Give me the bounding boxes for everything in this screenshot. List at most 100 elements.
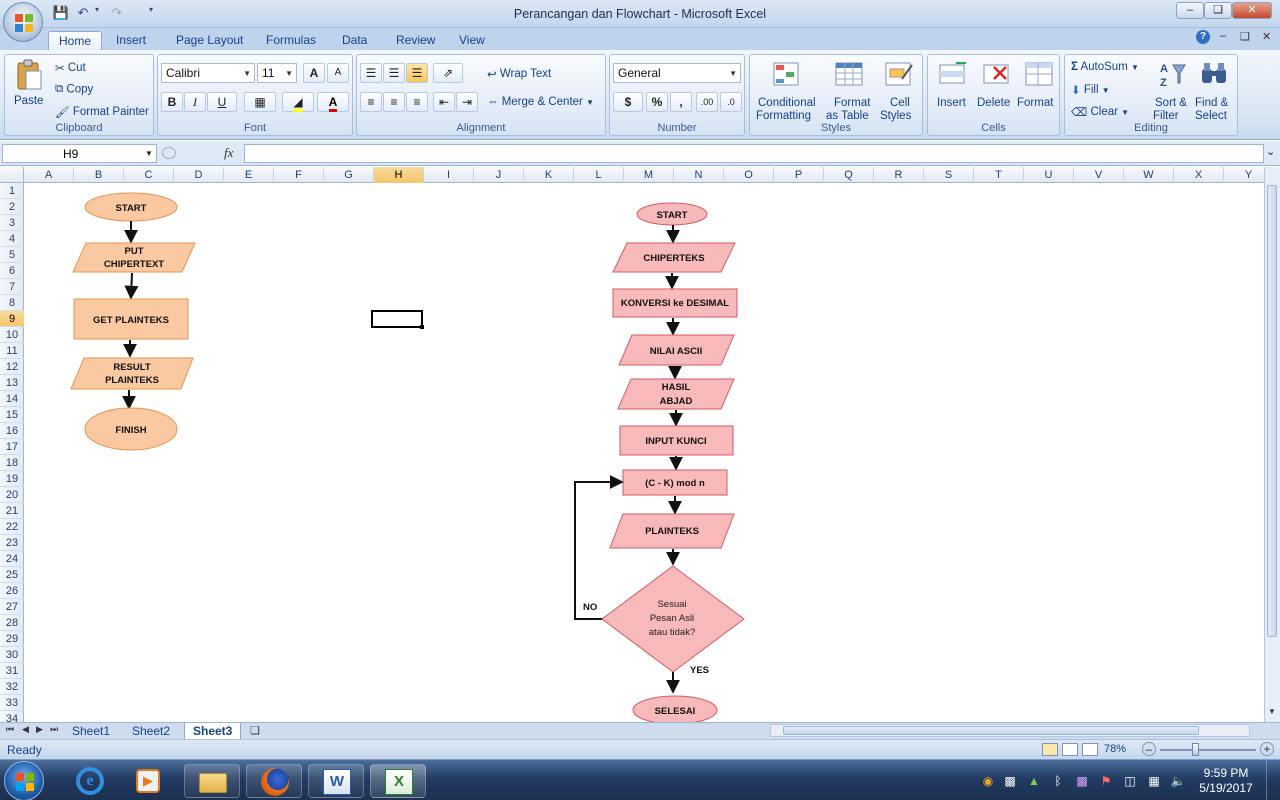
save-icon[interactable]: 💾	[52, 5, 70, 23]
vertical-scrollbar[interactable]: ▼	[1264, 167, 1280, 722]
fill-button[interactable]: ⬇ Fill ▼	[1071, 83, 1110, 97]
tab-home[interactable]: Home	[48, 31, 103, 51]
tray-device-icon[interactable]: ◫	[1122, 773, 1138, 789]
row-header-22[interactable]: 22	[0, 519, 24, 535]
name-box[interactable]: H9	[2, 144, 157, 163]
row-header-21[interactable]: 21	[0, 503, 24, 519]
row-header-28[interactable]: 28	[0, 615, 24, 631]
sort-filter-button[interactable]: AZ Sort & Filter	[1151, 57, 1193, 122]
row-header-9[interactable]: 9	[0, 311, 24, 327]
sheet-tab-sheet2[interactable]: Sheet2	[124, 723, 178, 740]
copy-button[interactable]: ⧉ Copy	[55, 83, 93, 96]
row-header-12[interactable]: 12	[0, 359, 24, 375]
formula-input[interactable]	[244, 144, 1264, 163]
customize-qat-icon[interactable]: ▾	[146, 5, 156, 23]
paste-button[interactable]: Paste	[9, 57, 49, 117]
row-header-4[interactable]: 4	[0, 231, 24, 247]
format-cells-button[interactable]: Format	[1016, 57, 1060, 121]
zoom-level[interactable]: 78%	[1104, 743, 1126, 755]
row-header-11[interactable]: 11	[0, 343, 24, 359]
column-header-a[interactable]: A	[24, 167, 74, 183]
decrease-decimal-button[interactable]: .0	[720, 92, 742, 112]
column-header-d[interactable]: D	[174, 167, 224, 183]
column-header-i[interactable]: I	[424, 167, 474, 183]
column-header-w[interactable]: W	[1124, 167, 1174, 183]
row-header-15[interactable]: 15	[0, 407, 24, 423]
vertical-scroll-thumb[interactable]	[1267, 185, 1277, 637]
underline-button[interactable]: U	[207, 92, 237, 112]
maximize-button[interactable]: ❑	[1204, 2, 1232, 19]
horizontal-scrollbar[interactable]	[770, 724, 1250, 737]
scroll-down-icon[interactable]: ▼	[1268, 707, 1276, 716]
office-button[interactable]	[3, 2, 43, 42]
font-color-button[interactable]: A	[317, 92, 349, 112]
row-header-25[interactable]: 25	[0, 567, 24, 583]
tab-view[interactable]: View	[449, 31, 495, 51]
row-header-24[interactable]: 24	[0, 551, 24, 567]
prev-sheet-icon[interactable]: ◀	[22, 724, 29, 735]
wrap-text-button[interactable]: ↩ Wrap Text	[487, 67, 551, 81]
align-left-button[interactable]: ≡	[360, 92, 382, 112]
select-all-button[interactable]	[0, 167, 24, 183]
sheet-tab-sheet3[interactable]: Sheet3	[184, 723, 242, 740]
font-name-combo[interactable]: Calibri ▼	[161, 63, 255, 83]
align-top-button[interactable]: ☰	[360, 63, 382, 83]
row-header-14[interactable]: 14	[0, 391, 24, 407]
zoom-in-icon[interactable]: +	[1260, 742, 1274, 756]
column-header-m[interactable]: M	[624, 167, 674, 183]
ribbon-close-icon[interactable]: ✕	[1262, 30, 1271, 43]
percent-button[interactable]: %	[646, 92, 668, 112]
row-header-26[interactable]: 26	[0, 583, 24, 599]
italic-button[interactable]: I	[184, 92, 206, 112]
column-header-p[interactable]: P	[774, 167, 824, 183]
decrease-indent-button[interactable]: ⇤	[433, 92, 455, 112]
format-painter-button[interactable]: 🖌 Format Painter	[55, 105, 149, 119]
sheet-tab-sheet1[interactable]: Sheet1	[64, 723, 118, 740]
start-button[interactable]	[4, 761, 44, 800]
orientation-button[interactable]: ⇗	[433, 63, 463, 83]
increase-indent-button[interactable]: ⇥	[456, 92, 478, 112]
tray-card-icon[interactable]: ▩	[1002, 773, 1018, 789]
taskbar-file-explorer[interactable]	[184, 764, 240, 798]
minimize-button[interactable]: –	[1176, 2, 1204, 19]
font-size-combo[interactable]: 11 ▼	[257, 63, 297, 83]
align-bottom-button[interactable]: ☰	[406, 63, 428, 83]
tray-triangle-icon[interactable]: ▲	[1026, 773, 1042, 789]
delete-cells-button[interactable]: Delete	[974, 57, 1018, 121]
row-header-5[interactable]: 5	[0, 247, 24, 263]
row-header-6[interactable]: 6	[0, 263, 24, 279]
taskbar-word[interactable]: W	[308, 764, 364, 798]
column-header-c[interactable]: C	[124, 167, 174, 183]
row-header-10[interactable]: 10	[0, 327, 24, 343]
redo-icon[interactable]: ↷	[108, 5, 126, 23]
formula-bar-handle-icon[interactable]	[162, 147, 176, 159]
cell-styles-button[interactable]: Cell Styles	[876, 57, 920, 122]
column-header-r[interactable]: R	[874, 167, 924, 183]
borders-button[interactable]: ▦	[244, 92, 276, 112]
insert-cells-button[interactable]: Insert	[930, 57, 974, 121]
next-sheet-icon[interactable]: ▶	[36, 724, 43, 735]
taskbar-clock[interactable]: 9:59 PM 5/19/2017	[1196, 766, 1256, 796]
insert-function-button[interactable]: fx	[224, 145, 233, 161]
last-sheet-icon[interactable]: ⏭	[50, 724, 58, 735]
number-format-combo[interactable]: General ▼	[613, 63, 741, 83]
row-header-3[interactable]: 3	[0, 215, 24, 231]
zoom-out-icon[interactable]: –	[1142, 742, 1156, 756]
row-header-2[interactable]: 2	[0, 199, 24, 215]
row-header-30[interactable]: 30	[0, 647, 24, 663]
shrink-font-button[interactable]: A	[327, 63, 349, 83]
normal-view-icon[interactable]	[1042, 743, 1058, 756]
grow-font-button[interactable]: A	[303, 63, 325, 83]
increase-decimal-button[interactable]: .00	[696, 92, 718, 112]
conditional-formatting-button[interactable]: Conditional Formatting	[752, 57, 822, 122]
taskbar-excel[interactable]: X	[370, 764, 426, 798]
fill-color-button[interactable]: ◢	[282, 92, 314, 112]
row-header-29[interactable]: 29	[0, 631, 24, 647]
undo-icon[interactable]: ↶	[74, 5, 92, 23]
tab-page-layout[interactable]: Page Layout	[166, 31, 253, 51]
page-layout-view-icon[interactable]	[1062, 743, 1078, 756]
row-header-13[interactable]: 13	[0, 375, 24, 391]
horizontal-scroll-thumb[interactable]	[783, 726, 1199, 735]
align-middle-button[interactable]: ☰	[383, 63, 405, 83]
align-center-button[interactable]: ≡	[383, 92, 405, 112]
